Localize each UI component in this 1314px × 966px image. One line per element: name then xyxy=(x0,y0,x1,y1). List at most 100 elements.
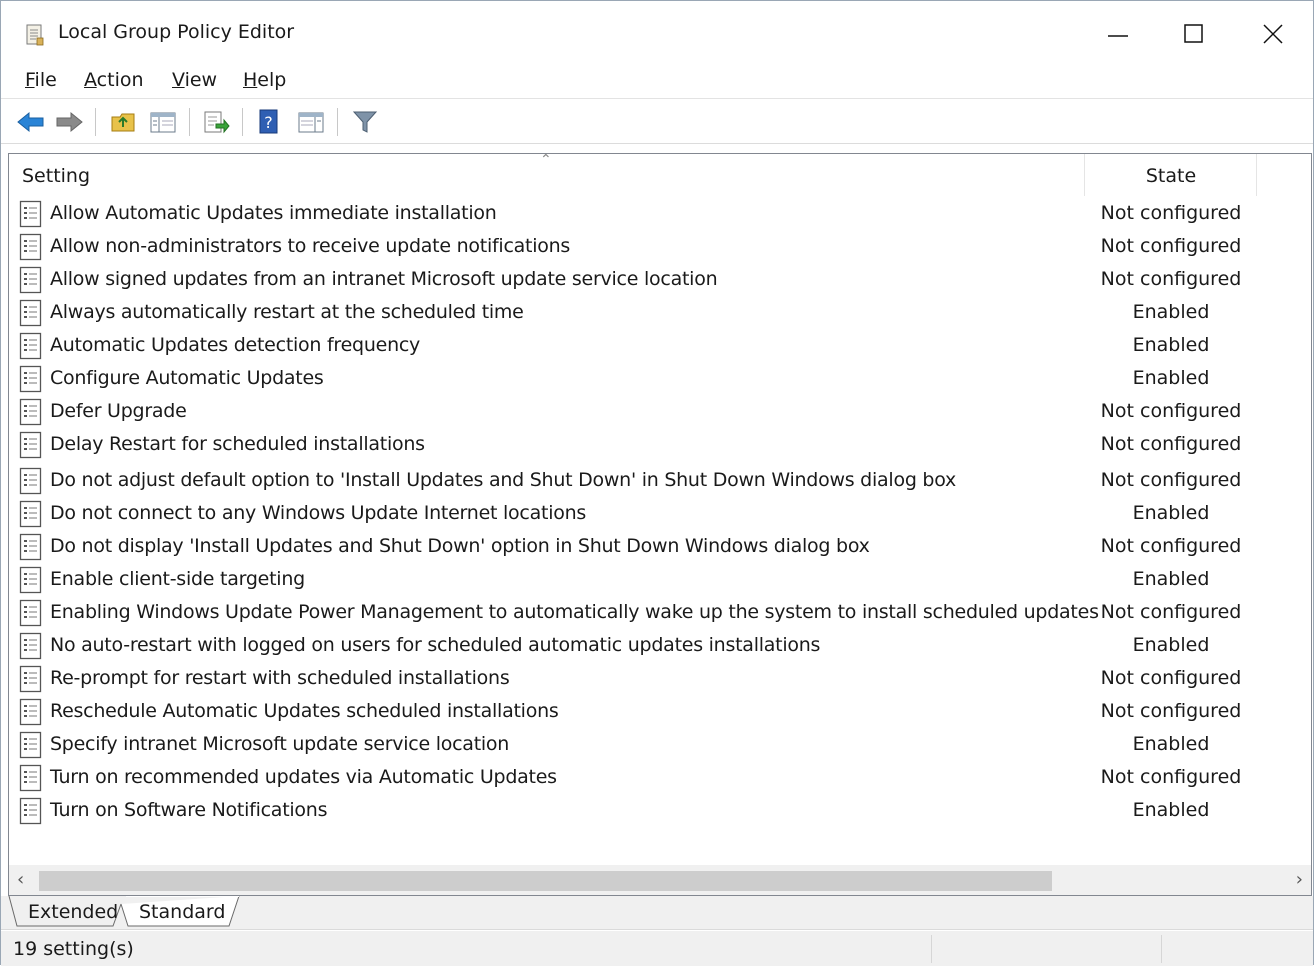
setting-state: Enabled xyxy=(1132,568,1210,590)
setting-state: Enabled xyxy=(1132,799,1210,821)
setting-state: Enabled xyxy=(1132,367,1210,389)
close-button[interactable] xyxy=(1243,9,1303,59)
column-header-setting[interactable]: Setting xyxy=(22,165,90,187)
policy-setting-icon xyxy=(19,398,43,426)
help-icon[interactable]: ? xyxy=(253,106,285,138)
menu-action-label: ction xyxy=(96,69,144,91)
show-hide-action-pane-icon[interactable] xyxy=(295,106,327,138)
setting-name: Re-prompt for restart with scheduled ins… xyxy=(50,667,510,689)
setting-state: Enabled xyxy=(1132,502,1210,524)
table-row[interactable]: No auto-restart with logged on users for… xyxy=(9,630,1309,663)
table-row[interactable]: Do not connect to any Windows Update Int… xyxy=(9,498,1309,531)
menu-view-accelerator: V xyxy=(172,69,185,91)
app-window: Local Group Policy Editor File Action Vi… xyxy=(0,0,1314,966)
setting-name: Configure Automatic Updates xyxy=(50,367,324,389)
menu-action-accelerator: A xyxy=(84,69,97,91)
column-divider[interactable] xyxy=(1256,154,1257,196)
setting-name: Turn on recommended updates via Automati… xyxy=(50,766,557,788)
toolbar: ? xyxy=(1,100,1313,144)
policy-setting-icon xyxy=(19,698,43,726)
policy-setting-icon xyxy=(19,431,43,459)
table-row[interactable]: Allow signed updates from an intranet Mi… xyxy=(9,264,1309,297)
setting-name: Enable client-side targeting xyxy=(50,568,305,590)
setting-state: Enabled xyxy=(1132,334,1210,356)
policy-setting-icon xyxy=(19,632,43,660)
policy-setting-icon xyxy=(19,500,43,528)
table-row[interactable]: Turn on Software Notifications Enabled xyxy=(9,795,1309,828)
policy-setting-icon xyxy=(19,731,43,759)
policy-setting-icon xyxy=(19,266,43,294)
policy-setting-icon xyxy=(19,299,43,327)
setting-state: Not configured xyxy=(1100,202,1242,224)
menu-view[interactable]: View xyxy=(170,69,219,91)
table-row[interactable]: Do not display 'Install Updates and Shut… xyxy=(9,531,1309,564)
table-row[interactable]: Enable client-side targeting Enabled xyxy=(9,564,1309,597)
horizontal-scrollbar[interactable]: ‹ › xyxy=(9,865,1311,895)
setting-name: Do not connect to any Windows Update Int… xyxy=(50,502,587,524)
table-row[interactable]: Delay Restart for scheduled installation… xyxy=(9,429,1309,462)
table-row[interactable]: Turn on recommended updates via Automati… xyxy=(9,762,1309,795)
setting-state: Not configured xyxy=(1100,433,1242,455)
scrollbar-thumb[interactable] xyxy=(39,871,1052,891)
table-row[interactable]: Reschedule Automatic Updates scheduled i… xyxy=(9,696,1309,729)
setting-name: Automatic Updates detection frequency xyxy=(50,334,421,356)
setting-name: Reschedule Automatic Updates scheduled i… xyxy=(50,700,559,722)
policy-setting-icon xyxy=(19,566,43,594)
policy-setting-icon xyxy=(19,365,43,393)
table-row[interactable]: Allow non-administrators to receive upda… xyxy=(9,231,1309,264)
view-tabs: Extended Standard xyxy=(1,896,1313,930)
table-row[interactable]: Specify intranet Microsoft update servic… xyxy=(9,729,1309,762)
setting-name: Defer Upgrade xyxy=(50,400,187,422)
status-divider xyxy=(931,935,932,963)
policy-setting-icon xyxy=(19,332,43,360)
settings-list-pane[interactable]: Setting ⌃ State Allow Automatic Updates … xyxy=(8,152,1312,896)
menu-action[interactable]: Action xyxy=(82,69,146,91)
table-row[interactable]: Always automatically restart at the sche… xyxy=(9,297,1309,330)
status-setting-count: 19 setting(s) xyxy=(13,938,134,960)
table-row[interactable]: Re-prompt for restart with scheduled ins… xyxy=(9,663,1309,696)
filter-icon[interactable] xyxy=(349,106,381,138)
menu-file[interactable]: File xyxy=(23,69,59,91)
setting-state: Not configured xyxy=(1100,235,1242,257)
menu-help-label: elp xyxy=(257,69,287,91)
setting-name: Allow Automatic Updates immediate instal… xyxy=(50,202,497,224)
export-list-icon[interactable] xyxy=(200,106,232,138)
policy-setting-icon xyxy=(19,533,43,561)
minimize-button[interactable] xyxy=(1088,9,1148,59)
scroll-right-icon[interactable]: › xyxy=(1296,869,1303,890)
setting-name: Do not display 'Install Updates and Shut… xyxy=(50,535,870,557)
setting-state: Not configured xyxy=(1100,400,1242,422)
setting-state: Not configured xyxy=(1100,268,1242,290)
setting-state: Enabled xyxy=(1132,634,1210,656)
status-bar: 19 setting(s) xyxy=(1,931,1313,966)
table-row[interactable]: Defer Upgrade Not configured xyxy=(9,396,1309,429)
table-row[interactable]: Configure Automatic Updates Enabled xyxy=(9,363,1309,396)
table-row[interactable]: Allow Automatic Updates immediate instal… xyxy=(9,198,1309,231)
show-hide-console-tree-icon[interactable] xyxy=(147,106,179,138)
setting-state: Enabled xyxy=(1132,301,1210,323)
policy-editor-app-icon xyxy=(25,23,45,47)
setting-state: Enabled xyxy=(1132,733,1210,755)
toolbar-separator xyxy=(189,108,190,136)
menu-help[interactable]: Help xyxy=(241,69,288,91)
up-folder-icon[interactable] xyxy=(107,106,139,138)
maximize-button[interactable] xyxy=(1164,9,1224,59)
policy-setting-icon xyxy=(19,665,43,693)
table-row[interactable]: Enabling Windows Update Power Management… xyxy=(9,597,1309,630)
scroll-left-icon[interactable]: ‹ xyxy=(17,869,24,890)
toolbar-separator xyxy=(95,108,96,136)
column-header-state[interactable]: State xyxy=(1085,165,1257,187)
setting-name: Specify intranet Microsoft update servic… xyxy=(50,733,510,755)
setting-state: Not configured xyxy=(1100,601,1242,623)
setting-state: Not configured xyxy=(1100,535,1242,557)
tab-extended[interactable]: Extended xyxy=(28,901,118,923)
back-icon[interactable] xyxy=(15,106,47,138)
setting-state: Not configured xyxy=(1100,667,1242,689)
tab-standard[interactable]: Standard xyxy=(139,901,225,923)
table-row[interactable]: Do not adjust default option to 'Install… xyxy=(9,465,1309,498)
setting-state: Not configured xyxy=(1100,766,1242,788)
forward-icon[interactable] xyxy=(53,106,85,138)
table-row[interactable]: Automatic Updates detection frequency Ena… xyxy=(9,330,1309,363)
policy-setting-icon xyxy=(19,200,43,228)
policy-setting-icon xyxy=(19,797,43,825)
